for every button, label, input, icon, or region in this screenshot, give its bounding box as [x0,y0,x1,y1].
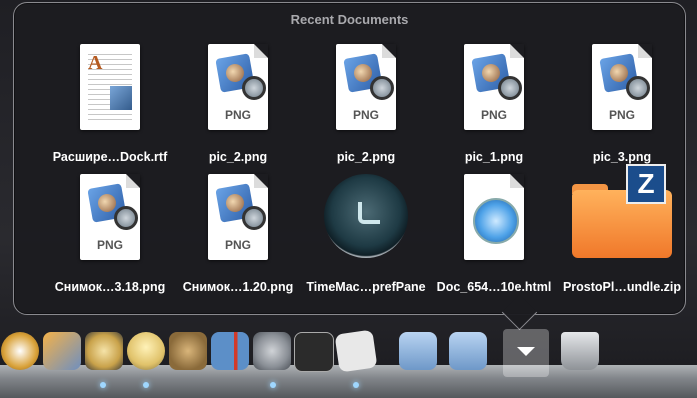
imovie-icon[interactable] [84,328,124,374]
tips-lightbulb-icon[interactable] [126,328,166,374]
recent-documents-stack-button[interactable] [503,329,549,377]
document-label: Снимок…1.20.png [182,280,294,294]
document-label: TimeMac…prefPane [306,280,426,294]
textedit-icon[interactable] [334,328,378,374]
terminal-icon[interactable] [294,328,334,374]
remote-desktop-icon[interactable] [210,328,250,374]
iphoto-icon[interactable] [42,328,82,374]
running-indicator [143,382,149,388]
document-label: pic_1.png [464,150,524,164]
dock [0,328,697,388]
time-machine-prefpane-icon [324,170,408,262]
trash-icon[interactable] [560,328,600,374]
document-item[interactable]: TimeMac…prefPane [302,170,430,294]
document-label: Doc_654…10e.html [436,280,552,294]
document-item[interactable]: PNG pic_2.png [302,40,430,164]
document-label: Расшире…Dock.rtf [52,150,168,164]
document-label: ProstoPl…undle.zip [562,280,682,294]
running-indicator [270,382,276,388]
png-document-icon: PNG [202,40,274,132]
document-item[interactable]: PNG pic_1.png [430,40,558,164]
png-document-icon: PNG [586,40,658,132]
dvd-player-icon[interactable] [0,328,40,374]
png-document-icon: PNG [458,40,530,132]
png-document-icon: PNG [74,170,146,262]
zip-archive-icon: Z [572,164,672,262]
document-label: pic_2.png [208,150,268,164]
owl-icon[interactable] [168,328,208,374]
document-item[interactable]: A Расшире…Dock.rtf [46,40,174,164]
document-item[interactable]: Z ProstoPl…undle.zip [558,164,686,294]
document-label: Снимок…3.18.png [54,280,166,294]
document-item[interactable]: PNG Снимок…1.20.png [174,170,302,294]
system-preferences-icon[interactable] [252,328,292,374]
document-item[interactable]: PNG pic_3.png [558,40,686,164]
png-document-icon: PNG [202,170,274,262]
applications-folder-icon[interactable] [398,328,438,374]
document-item[interactable]: Doc_654…10e.html [430,170,558,294]
downloads-folder-icon[interactable] [448,328,488,374]
png-document-icon: PNG [330,40,402,132]
stack-title: Recent Documents [290,12,409,27]
document-label: pic_3.png [592,150,652,164]
rtf-document-icon: A [74,40,146,132]
document-item[interactable]: PNG pic_2.png [174,40,302,164]
running-indicator [353,382,359,388]
document-item[interactable]: PNG Снимок…3.18.png [46,170,174,294]
running-indicator [100,382,106,388]
safari-html-document-icon [458,170,530,262]
document-label: pic_2.png [336,150,396,164]
